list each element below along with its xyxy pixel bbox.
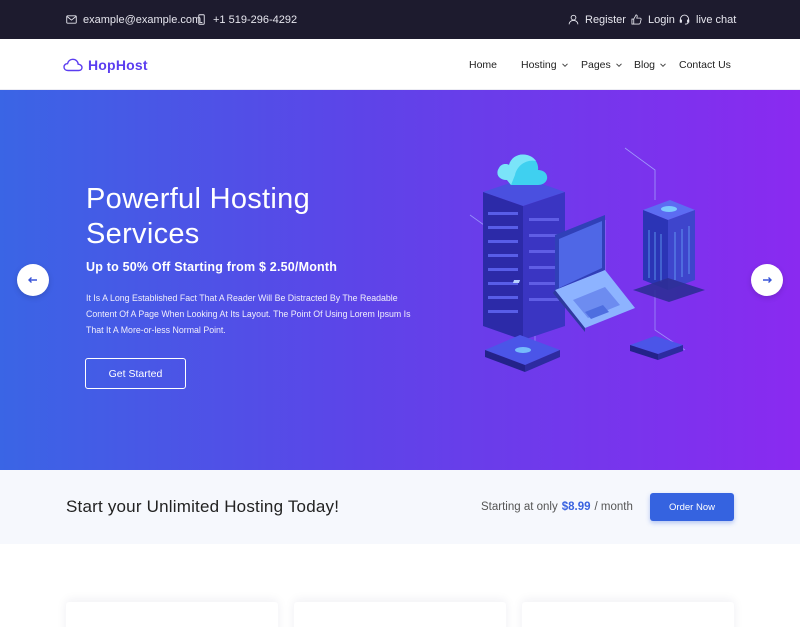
pricing-section <box>0 544 800 627</box>
register-link[interactable]: Register <box>568 0 626 39</box>
price-prefix: Starting at only <box>481 501 558 513</box>
cta-price: Starting at only $8.99 / month <box>481 470 633 544</box>
chevron-down-icon <box>615 62 622 67</box>
slider-prev-button[interactable] <box>17 264 49 296</box>
login-text: Login <box>648 13 675 26</box>
hero-title: Powerful Hosting Services <box>86 183 311 250</box>
phone-icon <box>198 14 205 25</box>
get-started-button[interactable]: Get Started <box>85 358 186 389</box>
nav-item-blog[interactable]: Blog <box>634 39 667 90</box>
price-amount: $8.99 <box>561 501 591 513</box>
hero-description: It Is A Long Established Fact That A Rea… <box>86 293 411 335</box>
cta-title: Start your Unlimited Hosting Today! <box>66 497 340 516</box>
cloud-icon <box>63 58 83 71</box>
chevron-down-icon <box>561 62 568 67</box>
nav-item-label: Home <box>469 58 498 71</box>
nav-item-label: Hosting <box>521 58 557 71</box>
nav-item-home[interactable]: Home <box>469 39 497 90</box>
contact-email[interactable]: example@example.com <box>66 0 201 39</box>
hosting-illustration <box>469 147 705 372</box>
email-text: example@example.com <box>83 13 202 26</box>
nav-item-label: Blog <box>634 58 656 71</box>
site-logo[interactable]: HopHost <box>63 39 148 90</box>
main-navbar: HopHost Home Hosting Pages Blog Contact … <box>0 39 800 90</box>
pricing-card <box>522 602 734 627</box>
order-now-button[interactable]: Order Now <box>650 493 734 521</box>
hero-slider: Powerful Hosting Services Up to 50% Off … <box>0 90 800 470</box>
hero-subtitle: Up to 50% Off Starting from $ 2.50/Month <box>86 260 338 274</box>
top-bar: example@example.com +1 519-296-4292 Regi… <box>0 0 800 39</box>
price-suffix: / month <box>594 501 633 513</box>
nav-item-hosting[interactable]: Hosting <box>521 39 569 90</box>
nav-item-label: Pages <box>581 58 611 71</box>
thumbs-up-icon <box>631 14 642 25</box>
contact-phone[interactable]: +1 519-296-4292 <box>196 0 297 39</box>
headset-icon <box>679 14 690 25</box>
chevron-down-icon <box>660 62 666 67</box>
cta-band: Start your Unlimited Hosting Today! Star… <box>0 470 800 544</box>
live-chat-text: live chat <box>696 13 737 26</box>
login-link[interactable]: Login <box>631 0 675 39</box>
arrow-left-icon <box>28 277 37 283</box>
arrow-right-icon <box>763 277 772 283</box>
user-icon <box>568 14 579 25</box>
live-chat-link[interactable]: live chat <box>679 0 736 39</box>
logo-text: HopHost <box>88 56 148 73</box>
nav-item-label: Contact Us <box>679 58 731 71</box>
slider-next-button[interactable] <box>751 264 783 296</box>
pricing-card <box>66 602 278 627</box>
nav-item-contact[interactable]: Contact Us <box>679 39 731 90</box>
nav-item-pages[interactable]: Pages <box>581 39 623 90</box>
register-text: Register <box>585 13 626 26</box>
phone-text: +1 519-296-4292 <box>213 13 298 26</box>
pricing-card <box>294 602 506 627</box>
envelope-icon <box>66 15 77 24</box>
